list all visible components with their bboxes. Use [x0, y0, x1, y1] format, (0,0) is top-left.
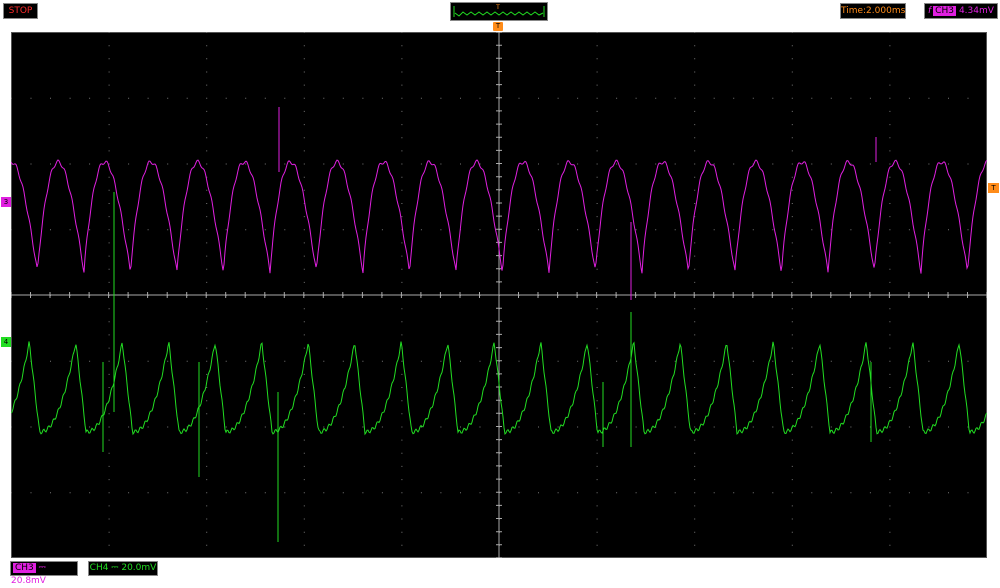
- svg-text:T: T: [495, 4, 500, 11]
- ch4-offset-marker[interactable]: 4: [1, 337, 11, 347]
- waveform-overview-icon: T: [453, 4, 545, 17]
- bottom-status-bar: CH3 ⎓ 20.8mV CH4 ⎓ 20.0mV: [0, 559, 1000, 586]
- ch4-scale-readout[interactable]: CH4 ⎓ 20.0mV: [88, 561, 158, 576]
- ch3-scale-readout[interactable]: CH3 ⎓ 20.8mV: [10, 561, 78, 586]
- ch3-offset-marker[interactable]: 3: [1, 197, 11, 207]
- ch3-coupling-icon: ⎓: [38, 563, 46, 573]
- trigger-edge-icon: f: [928, 6, 932, 16]
- trigger-source: CH3: [933, 6, 956, 16]
- trigger-level: 4.34mV: [958, 6, 994, 16]
- waveform-area: [11, 32, 987, 558]
- trigger-position-indicator: T: [450, 2, 548, 21]
- trigger-level-marker[interactable]: T: [988, 183, 999, 193]
- ch3-tag: CH3: [13, 563, 36, 573]
- trigger-readout[interactable]: f CH3 4.34mV: [924, 3, 998, 19]
- run-stop-status[interactable]: STOP: [3, 3, 38, 19]
- timebase-readout[interactable]: Time:2.000ms: [840, 3, 906, 19]
- ch3-scale-value: 20.8mV: [11, 576, 46, 586]
- trigger-position-marker[interactable]: T: [493, 22, 503, 31]
- oscilloscope-display: [11, 32, 987, 558]
- top-status-bar: STOP T Time:2.000ms f CH3 4.34mV: [0, 0, 1000, 22]
